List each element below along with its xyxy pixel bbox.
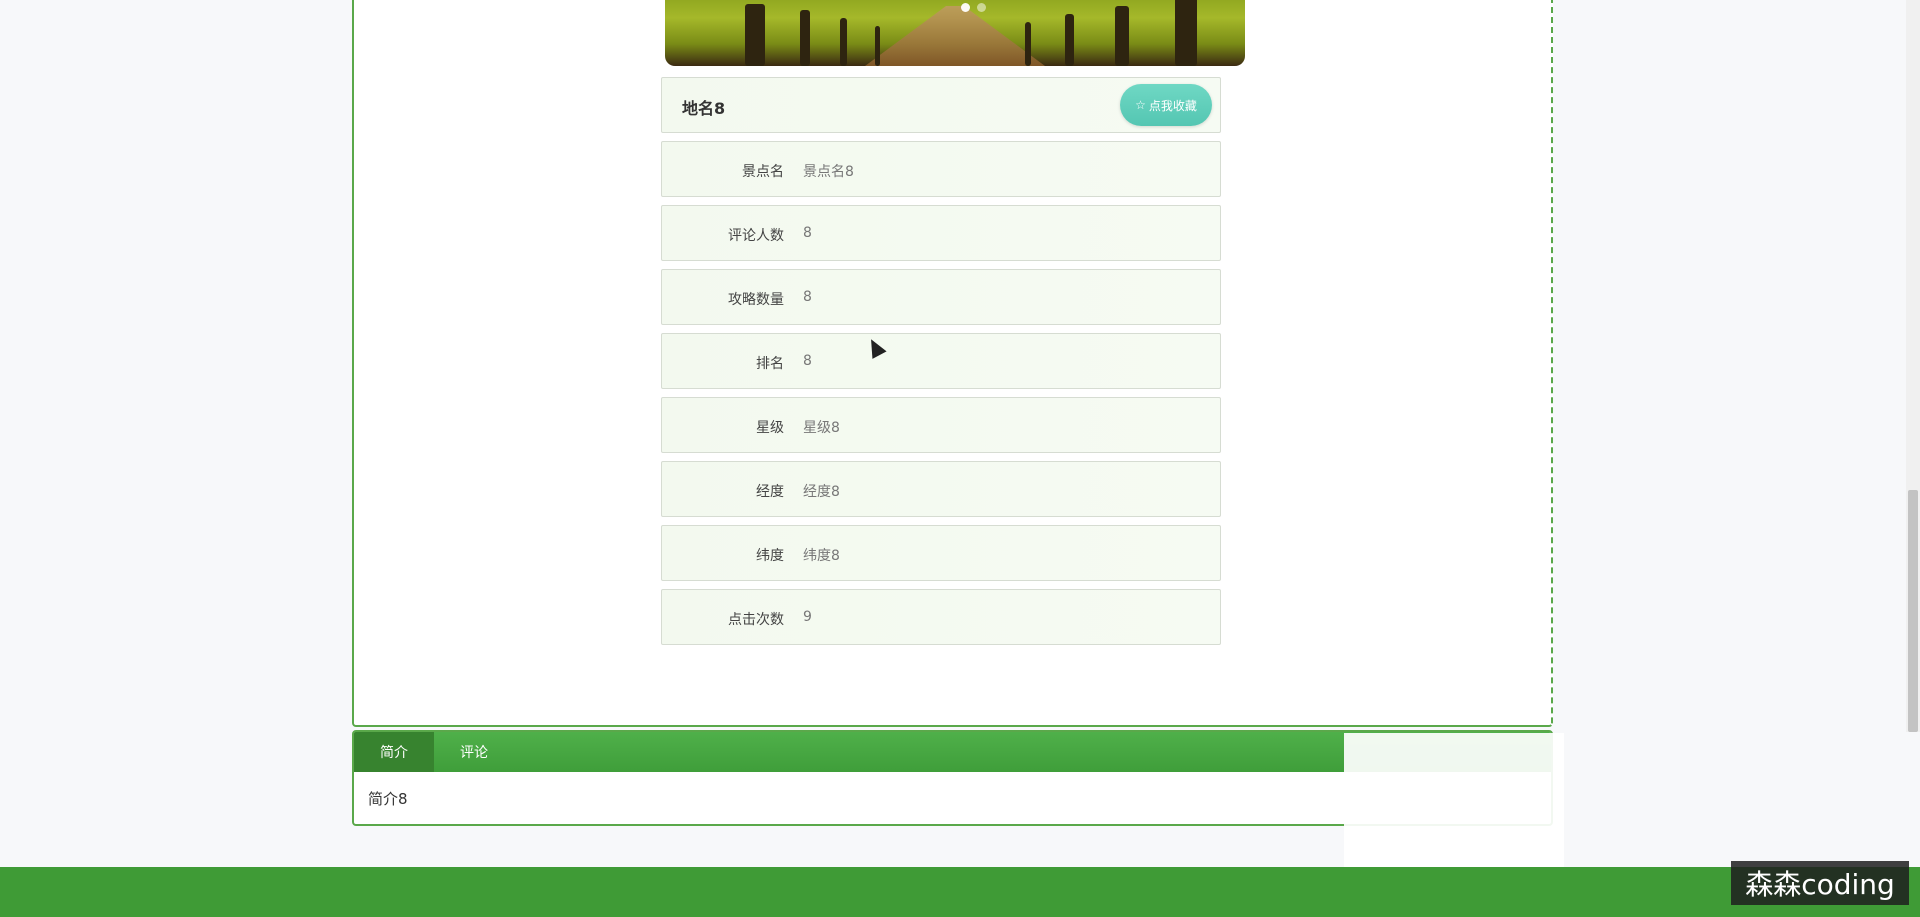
field-label: 经度 — [756, 484, 784, 500]
tab-intro[interactable]: 简介 — [354, 732, 434, 772]
detail-card: 地名8 ☆ 点我收藏 景点名 景点名8 评论人数 8 攻略数量 8 排名 8 星… — [352, 0, 1553, 727]
field-row-guide-count: 攻略数量 8 — [661, 269, 1221, 325]
field-row-click-count: 点击次数 9 — [661, 589, 1221, 645]
field-label: 点击次数 — [728, 612, 784, 628]
favorite-button-label: 点我收藏 — [1148, 98, 1197, 113]
tree-trunk — [745, 4, 765, 66]
title-row: 地名8 ☆ 点我收藏 — [661, 77, 1221, 133]
tree-trunk — [875, 26, 880, 66]
field-label: 评论人数 — [728, 228, 784, 244]
image-carousel[interactable] — [665, 0, 1245, 66]
tree-trunk — [1065, 14, 1074, 66]
field-label: 排名 — [756, 356, 784, 372]
field-list: 地名8 ☆ 点我收藏 景点名 景点名8 评论人数 8 攻略数量 8 排名 8 星… — [661, 77, 1221, 653]
carousel-dot[interactable] — [977, 3, 986, 12]
field-value: 8 — [803, 225, 812, 241]
star-icon: ☆ — [1135, 98, 1146, 112]
footer-bar — [0, 867, 1920, 917]
tree-trunk — [840, 18, 847, 66]
field-label: 攻略数量 — [728, 292, 784, 308]
tree-trunk — [1025, 22, 1031, 66]
field-value: 9 — [803, 609, 812, 625]
field-value: 景点名8 — [803, 164, 854, 180]
field-value: 星级8 — [803, 420, 840, 436]
field-row-longitude: 经度 经度8 — [661, 461, 1221, 517]
field-row-ranking: 排名 8 — [661, 333, 1221, 389]
carousel-dot-active[interactable] — [961, 3, 970, 12]
tree-trunk — [1175, 0, 1197, 66]
field-row-star-level: 星级 星级8 — [661, 397, 1221, 453]
field-value: 经度8 — [803, 484, 840, 500]
watermark: 森森coding — [1731, 861, 1909, 905]
field-value: 8 — [803, 353, 812, 369]
tree-trunk — [1115, 6, 1129, 66]
field-row-review-count: 评论人数 8 — [661, 205, 1221, 261]
field-label: 纬度 — [756, 548, 784, 564]
place-title: 地名8 — [682, 99, 726, 118]
field-label: 星级 — [756, 420, 784, 436]
tab-comments[interactable]: 评论 — [434, 732, 514, 772]
carousel-path — [865, 6, 1045, 66]
scrollbar-thumb[interactable] — [1908, 490, 1918, 732]
field-value: 纬度8 — [803, 548, 840, 564]
page: 地名8 ☆ 点我收藏 景点名 景点名8 评论人数 8 攻略数量 8 排名 8 星… — [0, 0, 1920, 917]
field-label: 景点名 — [742, 164, 784, 180]
favorite-button[interactable]: ☆ 点我收藏 — [1120, 84, 1212, 126]
field-value: 8 — [803, 289, 812, 305]
tree-trunk — [800, 10, 810, 66]
field-row-latitude: 纬度 纬度8 — [661, 525, 1221, 581]
field-row-scenic-name: 景点名 景点名8 — [661, 141, 1221, 197]
